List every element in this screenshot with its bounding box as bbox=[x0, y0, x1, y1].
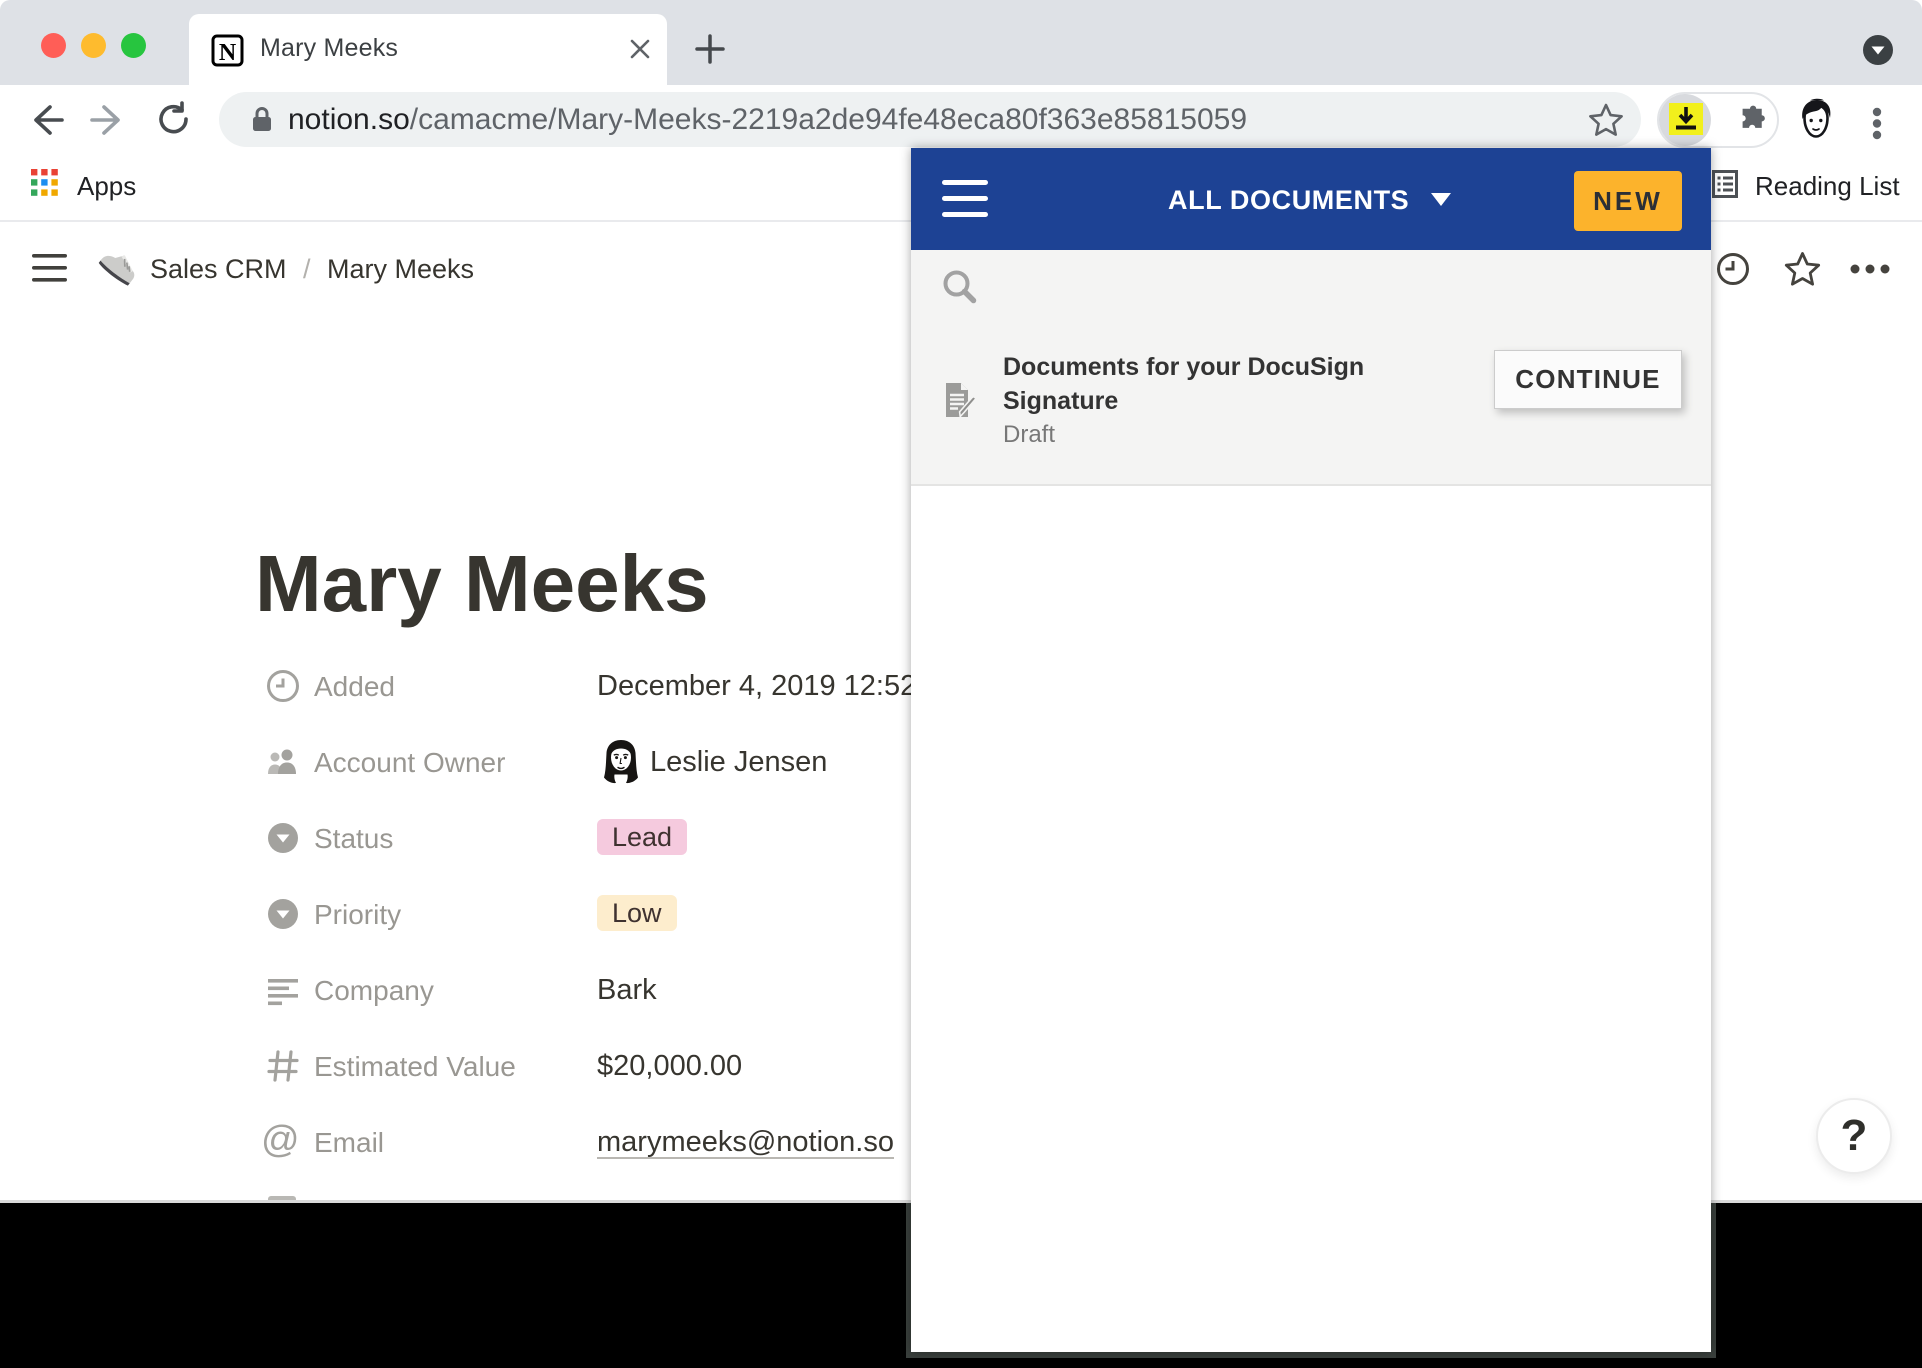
svg-text:N: N bbox=[219, 40, 237, 66]
